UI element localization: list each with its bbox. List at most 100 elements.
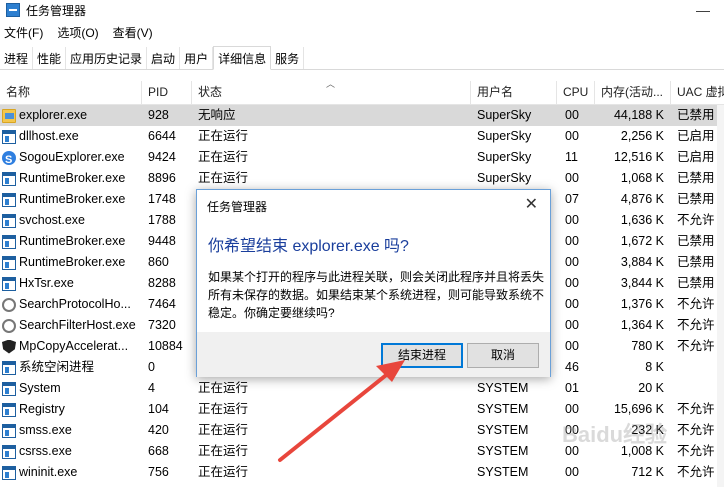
column-header-pid[interactable]: PID	[142, 81, 192, 105]
cpu-cell: 00	[565, 171, 579, 185]
tab-details[interactable]: 详细信息	[213, 46, 272, 70]
process-name-cell: 系统空闲进程	[2, 357, 142, 378]
process-name-cell: SearchFilterHost.exe	[2, 315, 142, 336]
window-icon	[2, 129, 16, 144]
username-cell: SYSTEM	[477, 465, 529, 479]
column-header-memory[interactable]: 内存(活动...	[595, 81, 671, 105]
table-header: 名称 PID 状态 ︿ 用户名 CPU 内存(活动... UAC 虚拟	[0, 79, 724, 105]
tab-startup[interactable]: 启动	[147, 47, 181, 69]
process-name: Registry	[19, 402, 65, 416]
cpu-cell: 01	[565, 381, 579, 395]
pid-cell: 8288	[148, 276, 176, 290]
tab-processes[interactable]: 进程	[0, 47, 34, 69]
tab-users[interactable]: 用户	[180, 47, 214, 69]
menu-options[interactable]: 选项(O)	[53, 24, 102, 41]
cpu-cell: 00	[565, 108, 579, 122]
column-header-uac[interactable]: UAC 虚拟	[671, 81, 724, 105]
process-name: csrss.exe	[19, 444, 72, 458]
process-name-cell: MpCopyAccelerat...	[2, 336, 142, 357]
process-name: explorer.exe	[19, 108, 88, 122]
status-cell: 正在运行	[198, 171, 249, 185]
end-process-button[interactable]: 结束进程	[381, 343, 463, 368]
pid-cell: 668	[148, 444, 169, 458]
status-cell: 无响应	[198, 108, 236, 122]
cpu-cell: 00	[565, 465, 579, 479]
table-row[interactable]: SogouExplorer.exe 9424 正在运行 SuperSky 11 12,51…	[0, 147, 724, 168]
table-row[interactable]: dllhost.exe 6644 正在运行 SuperSky 00 2,256 K 已启用	[0, 126, 724, 147]
title-bar: 任务管理器 —	[0, 0, 724, 20]
table-row[interactable]: wininit.exe 756 正在运行 SYSTEM 00 712 K 不允许	[0, 462, 724, 483]
memory-cell: 1,068 K	[620, 171, 664, 185]
column-header-name[interactable]: 名称	[0, 81, 142, 105]
process-name: 系统空闲进程	[19, 360, 95, 374]
window-icon	[2, 381, 16, 396]
menu-file[interactable]: 文件(F)	[0, 24, 47, 41]
process-name: dllhost.exe	[19, 129, 79, 143]
memory-cell: 1,376 K	[620, 297, 664, 311]
window-icon	[2, 171, 16, 186]
folder-icon	[2, 108, 16, 123]
process-name-cell: System	[2, 378, 142, 399]
menu-view[interactable]: 查看(V)	[109, 24, 157, 41]
shield-icon	[2, 339, 16, 354]
column-header-username[interactable]: 用户名	[471, 81, 557, 105]
tab-services[interactable]: 服务	[271, 47, 305, 69]
minimize-button[interactable]: —	[696, 2, 710, 18]
window-icon	[2, 234, 16, 249]
process-name-cell: smss.exe	[2, 420, 142, 441]
process-name: wininit.exe	[19, 465, 78, 479]
username-cell: SYSTEM	[477, 402, 529, 416]
table-row[interactable]: System 4 正在运行 SYSTEM 01 20 K	[0, 378, 724, 399]
process-name-cell: SogouExplorer.exe	[2, 147, 142, 168]
process-name-cell: wininit.exe	[2, 462, 142, 483]
menu-bar: 文件(F) 选项(O) 查看(V)	[0, 22, 163, 42]
process-name-cell: RuntimeBroker.exe	[2, 231, 142, 252]
pid-cell: 8896	[148, 171, 176, 185]
memory-cell: 4,876 K	[620, 192, 664, 206]
status-cell: 正在运行	[198, 465, 249, 479]
cpu-cell: 00	[565, 255, 579, 269]
username-cell: SuperSky	[477, 129, 532, 143]
pid-cell: 9448	[148, 234, 176, 248]
window-icon	[2, 402, 16, 417]
tab-app-history[interactable]: 应用历史记录	[66, 47, 148, 69]
status-cell: 正在运行	[198, 444, 249, 458]
process-name-cell: RuntimeBroker.exe	[2, 252, 142, 273]
cancel-button[interactable]: 取消	[467, 343, 539, 368]
close-icon[interactable]: ✕	[525, 194, 538, 214]
process-name-cell: RuntimeBroker.exe	[2, 168, 142, 189]
status-cell: 正在运行	[198, 150, 249, 164]
pid-cell: 10884	[148, 339, 183, 353]
username-cell: SYSTEM	[477, 444, 529, 458]
window-icon	[2, 465, 16, 480]
memory-cell: 2,256 K	[620, 129, 664, 143]
dialog-message: 如果某个打开的程序与此进程关联，则会关闭此程序并且将丢失所有未保存的数据。如果结…	[208, 270, 545, 320]
status-cell: 正在运行	[198, 381, 249, 395]
process-name: svchost.exe	[19, 213, 86, 227]
username-cell: SYSTEM	[477, 381, 529, 395]
pid-cell: 1788	[148, 213, 176, 227]
table-row[interactable]: explorer.exe 928 无响应 SuperSky 00 44,188 K 已禁用	[0, 105, 724, 126]
table-row[interactable]: RuntimeBroker.exe 8896 正在运行 SuperSky 00 1,068…	[0, 168, 724, 189]
window-icon	[2, 444, 16, 459]
cpu-cell: 07	[565, 192, 579, 206]
pid-cell: 7464	[148, 297, 176, 311]
task-manager-icon	[6, 3, 20, 17]
cpu-cell: 00	[565, 318, 579, 332]
sort-up-icon: ︿	[326, 79, 336, 89]
cpu-cell: 46	[565, 360, 579, 374]
cpu-cell: 00	[565, 129, 579, 143]
vertical-scrollbar[interactable]	[717, 105, 724, 487]
process-name: MpCopyAccelerat...	[19, 339, 129, 353]
tab-performance[interactable]: 性能	[33, 47, 67, 69]
username-cell: SuperSky	[477, 171, 532, 185]
window-icon	[2, 255, 16, 270]
memory-cell: 3,844 K	[620, 276, 664, 290]
pid-cell: 420	[148, 423, 169, 437]
column-header-cpu[interactable]: CPU	[557, 81, 595, 105]
window-icon	[2, 192, 16, 207]
process-name-cell: SearchProtocolHo...	[2, 294, 142, 315]
process-name-cell: HxTsr.exe	[2, 273, 142, 294]
window-icon	[2, 360, 16, 375]
process-name-cell: RuntimeBroker.exe	[2, 189, 142, 210]
